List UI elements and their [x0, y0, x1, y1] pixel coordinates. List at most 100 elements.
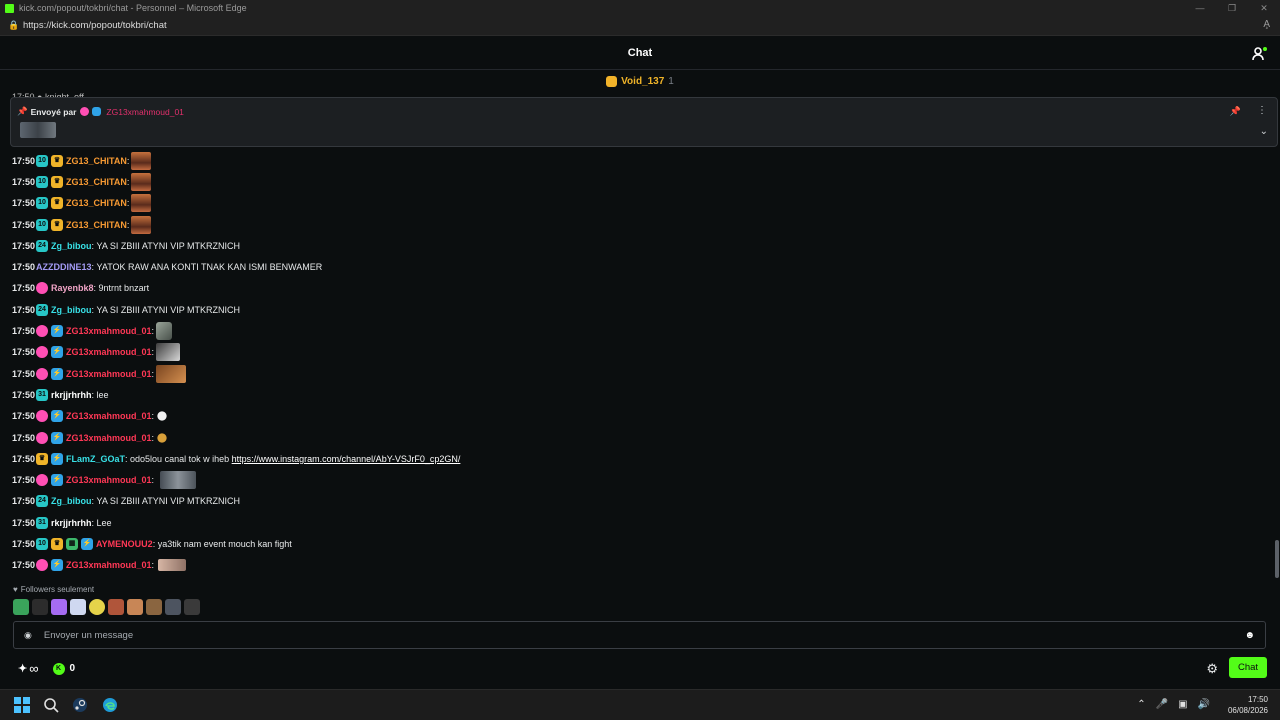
- message-username[interactable]: ZG13xmahmoud_01: [66, 411, 152, 421]
- message-link[interactable]: https://www.instagram.com/channel/AbY-VS…: [232, 454, 461, 464]
- message-username[interactable]: rkrjjrhrhh: [51, 518, 92, 528]
- chat-message: 17:50 24 Zg_bibou: YA SI ZBIII ATYNI VIP…: [12, 303, 241, 316]
- pin-icon: 📌: [17, 106, 28, 116]
- close-icon[interactable]: ✕: [1248, 0, 1280, 16]
- points-count: 0: [69, 663, 76, 674]
- emote-mute-icon[interactable]: [184, 599, 200, 615]
- pinned-message[interactable]: 📌 Envoyé par ZG13xmahmoud_01 📌 ⋮ ⌄: [10, 97, 1278, 147]
- emote-purple-icon[interactable]: [51, 599, 67, 615]
- message-username[interactable]: Zg_bibou: [51, 241, 92, 251]
- settings-gear-icon[interactable]: ⚙: [1206, 661, 1218, 677]
- chat-message: 17:50 ⚡ ZG13xmahmoud_01:: [12, 427, 1262, 448]
- message-username[interactable]: Zg_bibou: [51, 305, 92, 315]
- window-titlebar: kick.com/popout/tokbri/chat - Personnel …: [0, 0, 1280, 16]
- steam-icon[interactable]: [72, 697, 88, 713]
- restore-icon[interactable]: ❐: [1216, 0, 1248, 16]
- unpin-icon[interactable]: 📌: [1230, 106, 1241, 117]
- chat-message: 17:50 10 ♛ ▦ ⚡ AYMENOUU2: ya3tik nam eve…: [12, 537, 292, 550]
- chat-message: 17:50 ⚡ ZG13xmahmoud_01:: [12, 342, 1262, 363]
- pink-badge-icon: [36, 367, 48, 380]
- message-username[interactable]: ZG13_CHITAN: [66, 220, 127, 230]
- emote-logo-icon[interactable]: [32, 599, 48, 615]
- message-text: odo5lou canal tok w iheb: [130, 453, 230, 464]
- pinned-label: Envoyé par: [30, 106, 77, 117]
- clock-time: 17:50: [1247, 695, 1268, 704]
- window-controls: — ❐ ✕: [1184, 0, 1280, 16]
- message-username[interactable]: ZG13xmahmoud_01: [66, 475, 152, 485]
- chat-input-box[interactable]: ◉ ☻: [13, 621, 1266, 649]
- chat-message: 17:50 10 ♛ ZG13_CHITAN:: [12, 193, 1262, 214]
- message-username[interactable]: ZG13xmahmoud_01: [66, 560, 152, 570]
- emote-image: [160, 471, 197, 490]
- shield-icon: ◉: [24, 629, 32, 640]
- message-username[interactable]: ZG13_CHITAN: [66, 177, 127, 187]
- message-username[interactable]: AYMENOUU2: [96, 539, 153, 549]
- minimize-icon[interactable]: —: [1184, 0, 1216, 16]
- message-username[interactable]: ZG13xmahmoud_01: [66, 347, 152, 357]
- bolt-badge-icon: ⚡: [51, 367, 63, 380]
- gifter-name: Void_137: [621, 75, 665, 87]
- message-username[interactable]: ZG13_CHITAN: [66, 156, 127, 166]
- emote-image: [158, 559, 187, 572]
- chat-scrollbar[interactable]: [1275, 540, 1279, 578]
- share-icon[interactable]: ✦: [18, 662, 27, 675]
- emote-pepe-icon[interactable]: [13, 599, 29, 615]
- message-username[interactable]: AZZDDINE13: [36, 262, 92, 272]
- emote-yellow-face-icon[interactable]: [89, 599, 105, 615]
- lock-icon[interactable]: 🔒: [8, 20, 19, 31]
- pink-badge-icon: [80, 107, 90, 116]
- bolt-badge-icon: ⚡: [51, 410, 63, 423]
- message-username[interactable]: ZG13_CHITAN: [66, 198, 127, 208]
- emote-dog-icon[interactable]: [127, 599, 143, 615]
- message-input[interactable]: [43, 629, 1224, 641]
- subscriber-badge-icon: 24: [36, 303, 48, 316]
- edge-browser-icon[interactable]: [102, 697, 118, 713]
- bolt-badge-icon: ⚡: [51, 325, 63, 338]
- chat-message: 17:50 31 rkrjjrhrhh: Lee: [12, 516, 112, 529]
- top-gifter-bar[interactable]: Void_137 1: [0, 71, 1280, 91]
- emote-ghost-icon[interactable]: [70, 599, 86, 615]
- chevron-down-icon[interactable]: ⌄: [1260, 126, 1268, 137]
- kick-app-icon: [5, 3, 14, 13]
- message-username[interactable]: Zg_bibou: [51, 496, 92, 506]
- message-time: 17:50: [12, 453, 36, 464]
- og-crown-badge-icon: ♛: [51, 537, 63, 550]
- windows-start-icon[interactable]: [14, 697, 30, 713]
- pink-badge-icon: [36, 346, 48, 359]
- address-bar[interactable]: 🔒 https://kick.com/popout/tokbri/chat A̧: [0, 16, 1280, 36]
- message-username[interactable]: rkrjjrhrhh: [51, 390, 92, 400]
- pinned-sender[interactable]: ZG13xmahmoud_01: [106, 107, 184, 117]
- users-icon[interactable]: [1252, 46, 1268, 62]
- subscriber-badge-icon: 24: [36, 239, 48, 252]
- chat-message: 17:50 AZZDDINE13: YATOK RAW ANA KONTI TN…: [12, 262, 323, 273]
- emote-image: [156, 407, 169, 426]
- bolt-badge-icon: ⚡: [51, 559, 63, 572]
- emoji-picker-icon[interactable]: ☻: [1244, 630, 1255, 641]
- volume-icon[interactable]: 🔊: [1198, 699, 1210, 710]
- emote-man-icon[interactable]: [146, 599, 162, 615]
- message-time: 17:50: [12, 389, 36, 400]
- message-username[interactable]: ZG13xmahmoud_01: [66, 326, 152, 336]
- taskbar-clock[interactable]: 17:50 06/08/2026: [1228, 694, 1268, 716]
- emote-cat-icon[interactable]: [165, 599, 181, 615]
- more-options-icon[interactable]: ⋮: [1257, 105, 1267, 116]
- send-chat-button[interactable]: Chat: [1229, 657, 1267, 678]
- kick-points-icon[interactable]: K: [52, 662, 65, 675]
- pinned-emote: [20, 122, 56, 138]
- message-username[interactable]: ZG13xmahmoud_01: [66, 369, 152, 379]
- message-username[interactable]: Rayenbk8: [51, 283, 94, 293]
- url-text[interactable]: https://kick.com/popout/tokbri/chat: [23, 20, 167, 31]
- display-icon[interactable]: ▣: [1178, 699, 1187, 710]
- pinned-header: 📌 Envoyé par ZG13xmahmoud_01: [17, 106, 184, 117]
- emote-face-icon[interactable]: [108, 599, 124, 615]
- chevron-up-icon[interactable]: ⌃: [1137, 699, 1145, 710]
- search-icon[interactable]: [43, 697, 59, 713]
- microphone-icon[interactable]: 🎤: [1156, 699, 1168, 710]
- followers-only-label: Followers seulement: [20, 585, 95, 594]
- read-aloud-icon[interactable]: A̧: [1263, 19, 1270, 30]
- message-time: 17:50: [12, 517, 36, 528]
- subscriber-badge-icon: 10: [36, 175, 48, 188]
- message-text: lee: [96, 389, 109, 400]
- message-username[interactable]: FLamZ_GOaT: [66, 454, 125, 464]
- message-username[interactable]: ZG13xmahmoud_01: [66, 433, 152, 443]
